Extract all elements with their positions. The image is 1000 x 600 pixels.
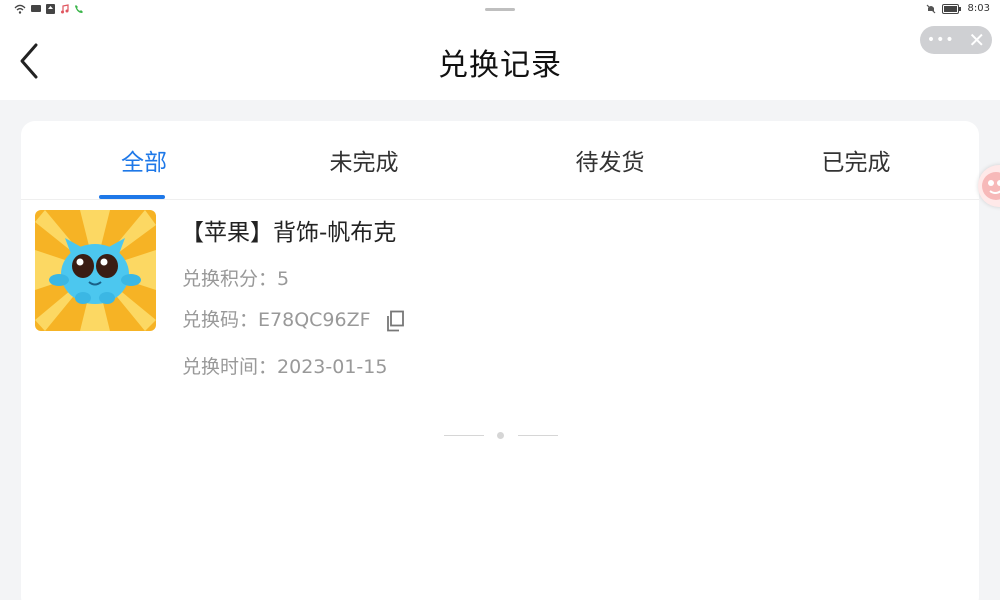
active-tab-indicator <box>99 195 165 199</box>
redeem-code-row: 兑换码：E78QC96ZF <box>182 305 405 332</box>
assistant-avatar-icon <box>982 172 1000 200</box>
points-row: 兑换积分：5 <box>182 264 289 291</box>
code-value: E78QC96ZF <box>258 309 371 331</box>
tab-bar: 全部 未完成 待发货 已完成 <box>21 121 979 200</box>
more-dots-icon[interactable]: ••• <box>927 26 955 54</box>
tab-pending-shipment[interactable]: 待发货 <box>487 143 733 177</box>
date-label: 兑换时间： <box>182 356 278 378</box>
upload-icon <box>46 4 55 14</box>
points-value: 5 <box>277 268 290 290</box>
status-bar: 8:03 <box>0 0 1000 22</box>
mascot-image <box>35 210 156 331</box>
status-icons-right: 8:03 <box>926 3 990 14</box>
status-time: 8:03 <box>967 3 990 14</box>
product-thumbnail[interactable] <box>35 210 156 331</box>
tab-completed[interactable]: 已完成 <box>733 143 979 177</box>
music-icon <box>61 4 69 14</box>
records-card: 全部 未完成 待发货 已完成 【苹果】背饰-帆布克 兑换积分：5 兑换码：E78… <box>21 121 979 600</box>
tab-incomplete[interactable]: 未完成 <box>241 143 487 177</box>
points-label: 兑换积分： <box>182 268 278 290</box>
code-label: 兑换码： <box>182 309 259 331</box>
divider-line-right <box>518 435 558 436</box>
battery-icon <box>941 3 961 14</box>
divider-line-left <box>444 435 484 436</box>
page-title: 兑换记录 <box>438 48 562 83</box>
divider-dot <box>497 432 504 439</box>
copy-icon[interactable] <box>385 310 405 332</box>
floating-assistant-button[interactable] <box>978 165 1000 207</box>
redeem-date-row: 兑换时间：2023-01-15 <box>182 352 387 379</box>
date-value: 2023-01-15 <box>277 356 388 378</box>
phone-icon <box>75 5 83 13</box>
message-icon <box>31 5 41 12</box>
tab-all[interactable]: 全部 <box>21 143 267 177</box>
status-icons-left <box>14 4 84 14</box>
window-drag-handle[interactable] <box>485 8 515 11</box>
mute-bell-icon <box>926 4 935 13</box>
wifi-icon <box>14 4 26 14</box>
miniapp-capsule: ••• ✕ <box>920 26 992 54</box>
product-title: 【苹果】背饰-帆布克 <box>181 220 397 246</box>
close-icon[interactable]: ✕ <box>968 26 985 54</box>
list-end-divider <box>444 430 558 442</box>
header: 兑换记录 ••• ✕ <box>0 22 1000 100</box>
